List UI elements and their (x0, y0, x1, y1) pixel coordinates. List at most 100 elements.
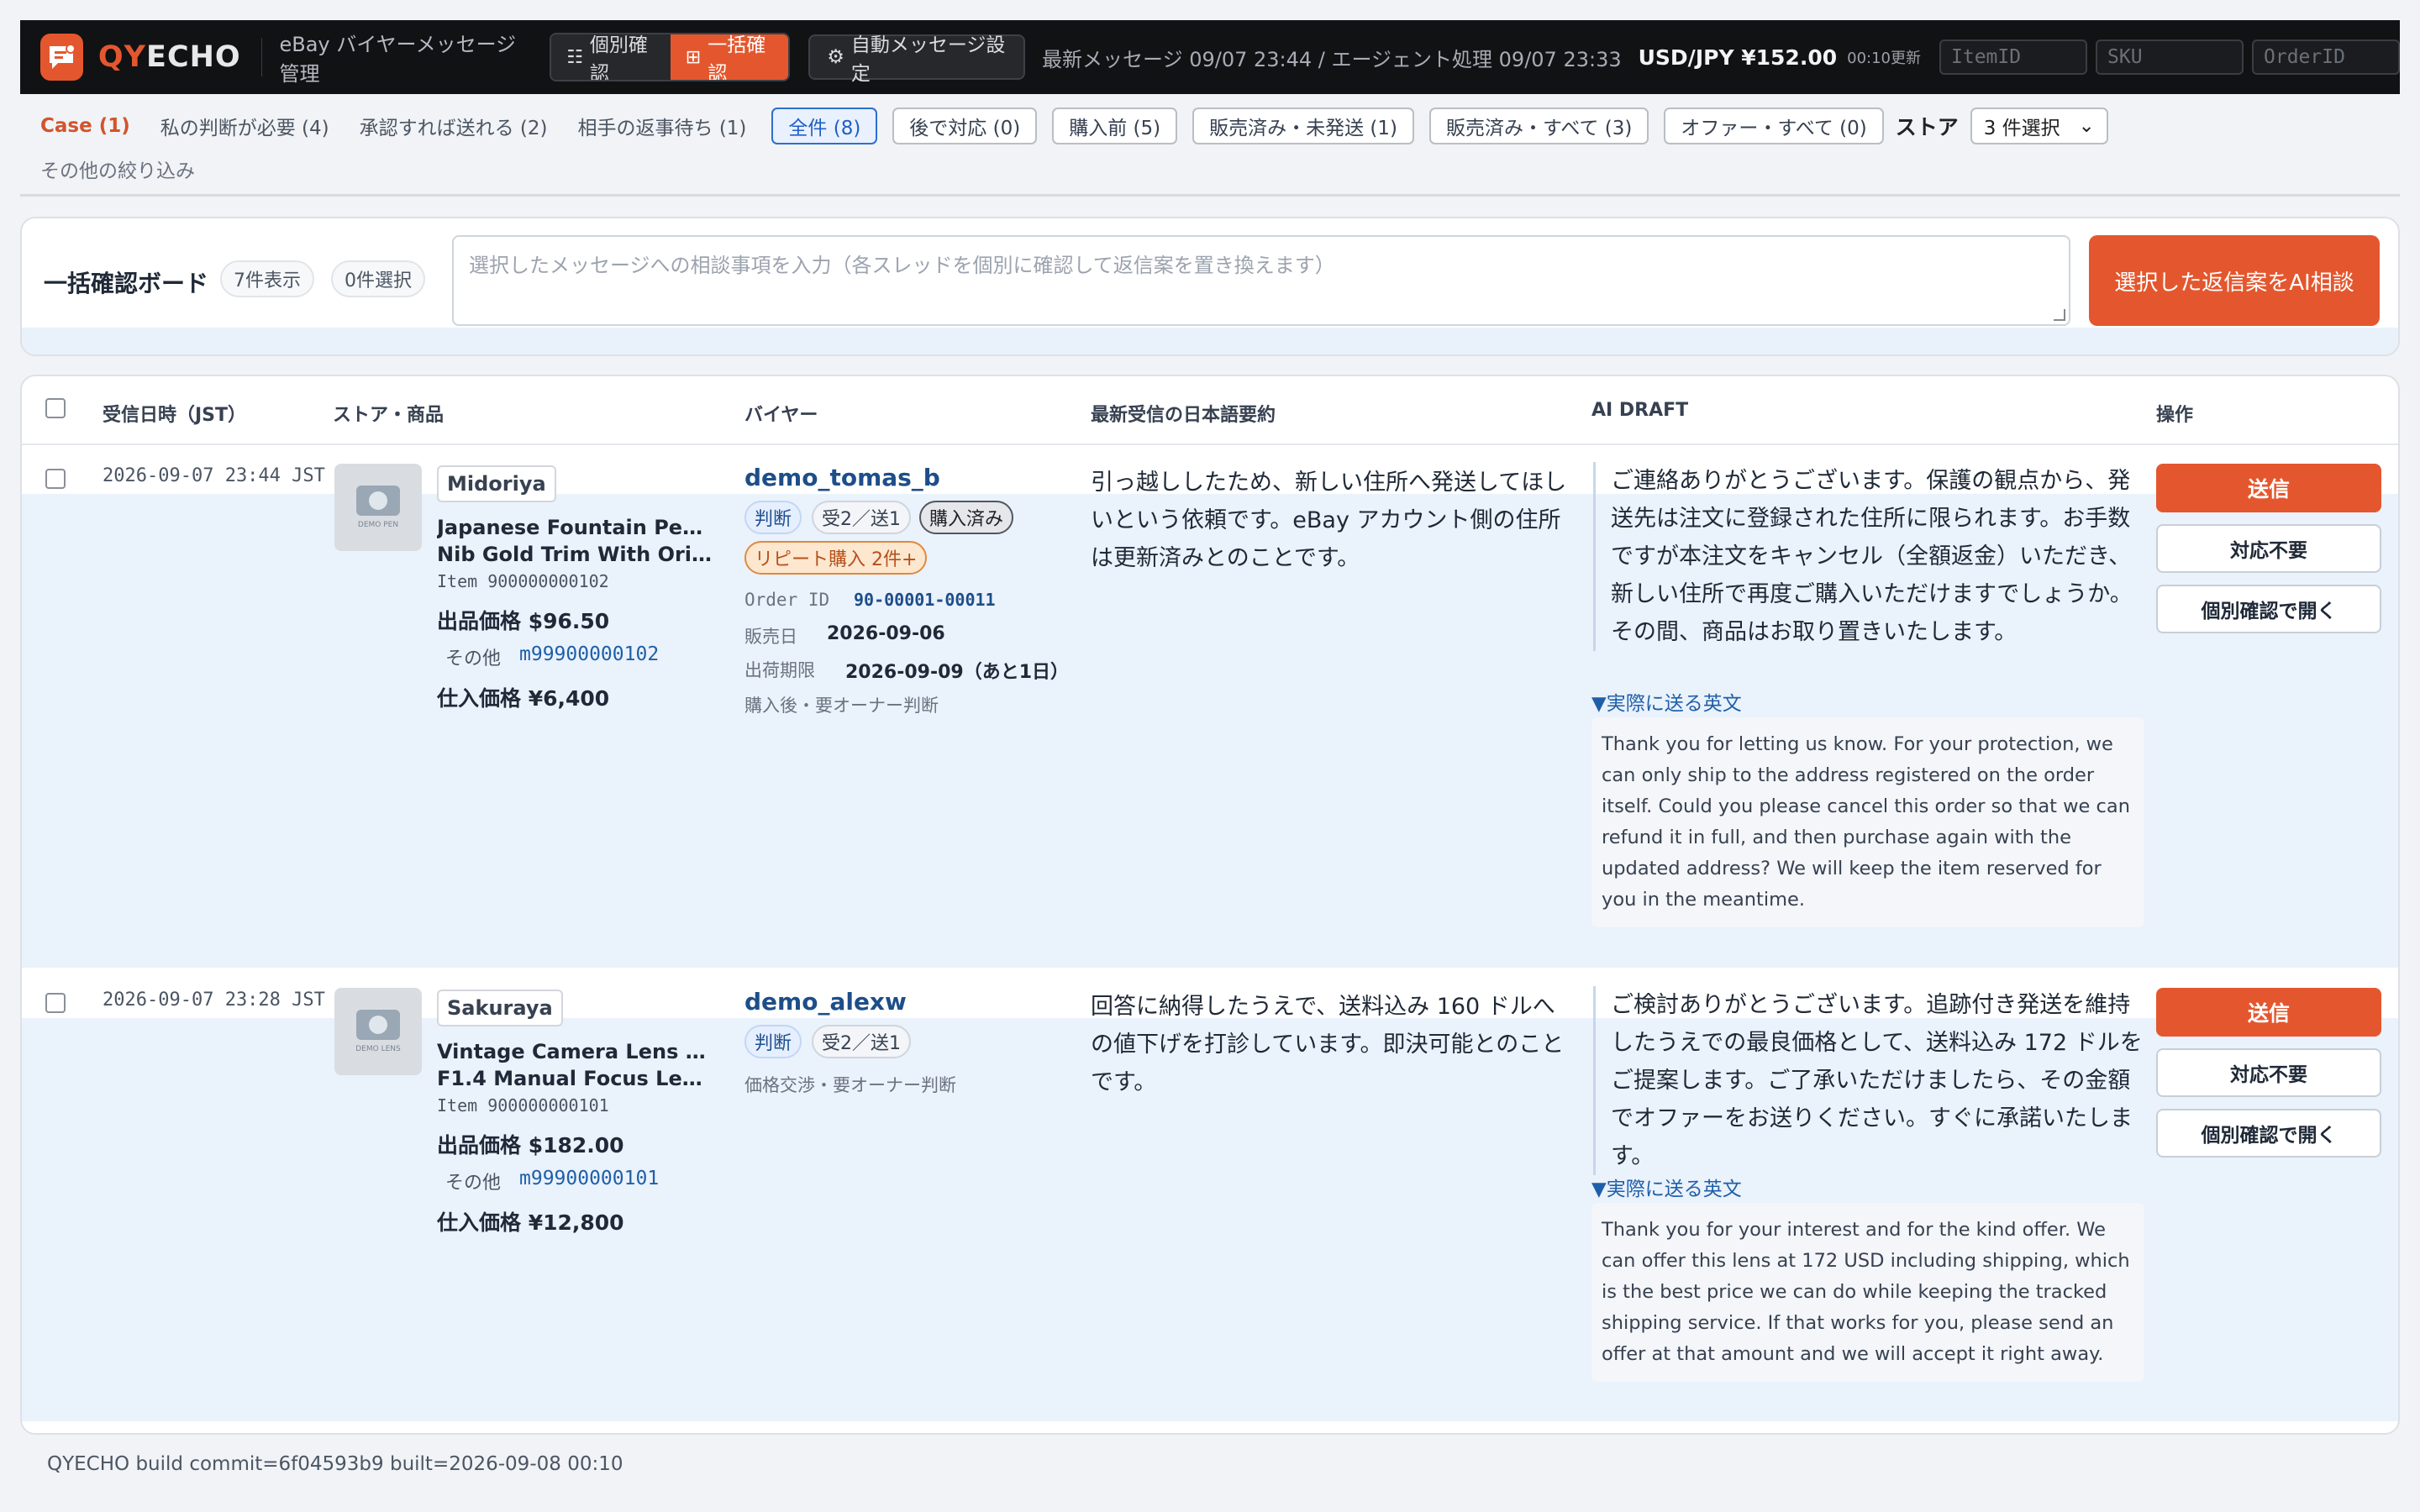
no-action-button[interactable]: 対応不要 (2156, 1048, 2381, 1097)
filter-offers-all[interactable]: オファー・すべて (0) (1664, 108, 1884, 144)
filter-approve-to-send[interactable]: 承認すれば送れる (2) (360, 112, 548, 140)
header-ai-draft: AI DRAFT (1591, 400, 1689, 421)
status-note: 価格交渉・要オーナー判断 (744, 1075, 956, 1095)
product-title: Vintage Camera Lens 50mm F1.4 Manual Foc… (437, 1040, 714, 1090)
send-button[interactable]: 送信 (2156, 988, 2381, 1037)
item-id: Item 900000000101 (437, 1095, 609, 1116)
grid-icon: ⊞ (685, 46, 702, 68)
sold-date-label: 販売日 (744, 627, 797, 647)
image-placeholder-icon (356, 486, 400, 516)
top-bar: QYECHO eBay バイヤーメッセージ管理 ☷ 個別確認 ⊞ 一括確認 ⚙ 自動メ… (20, 20, 2400, 94)
itemid-search-input[interactable] (1939, 39, 2087, 75)
filter-pre-purchase[interactable]: 購入前 (5) (1052, 108, 1178, 144)
ship-deadline: 2026-09-09（あと1日） (845, 662, 1070, 683)
consult-textarea[interactable]: 選択したメッセージへの相談事項を入力（各スレッドを個別に確認して返信案を置き換え… (452, 235, 2070, 326)
rate-updated-time: 00:10更新 (1847, 50, 1921, 67)
send-button[interactable]: 送信 (2156, 464, 2381, 512)
more-filters-link[interactable]: その他の絞り込み (40, 155, 195, 183)
ai-draft-ja: ご検討ありがとうございます。追跡付き発送を維持したうえでの最良価格として、送料込… (1593, 986, 2148, 1175)
board-strip (22, 328, 2398, 354)
ai-draft-en: Thank you for letting us know. For your … (1591, 717, 2144, 927)
row-checkbox[interactable] (45, 469, 66, 489)
store-label: ストア (1895, 115, 1959, 139)
exchange-rate: USD/JPY ¥152.00 (1638, 45, 1838, 70)
board-title: 一括確認ボード (44, 270, 209, 297)
message-table: 受信日時（JST） ストア・商品 バイヤー 最新受信の日本語要約 AI DRAF… (20, 375, 2400, 1435)
table-header: 受信日時（JST） ストア・商品 バイヤー 最新受信の日本語要約 AI DRAF… (22, 376, 2398, 445)
ai-consult-button[interactable]: 選択した返信案をAI相談 (2089, 235, 2380, 326)
other-sku-link[interactable]: m99900000101 (519, 1168, 659, 1189)
app-title: eBay バイヤーメッセージ管理 (279, 33, 517, 86)
item-id: Item 900000000102 (437, 571, 609, 591)
store-tag: Midoriya (437, 465, 556, 502)
header-summary: 最新受信の日本語要約 (1091, 405, 1276, 426)
filter-case[interactable]: Case (1) (40, 115, 130, 137)
message-count-badge: 受2／送1 (812, 1025, 911, 1058)
order-id-link[interactable]: 90-00001-00011 (854, 590, 996, 610)
repeat-purchase-badge: リピート購入 2件+ (744, 541, 928, 575)
header-store-item: ストア・商品 (333, 405, 445, 426)
ai-draft-en: Thank you for your interest and for the … (1591, 1203, 2144, 1382)
store-select[interactable]: 3 件選択 ⌄ (1970, 108, 2108, 144)
filter-all[interactable]: 全件 (8) (771, 108, 878, 144)
cost-price: 仕入価格 ¥12,800 (437, 1210, 624, 1235)
filter-sold-unshipped[interactable]: 販売済み・未発送 (1) (1192, 108, 1414, 144)
build-info: QYECHO build commit=6f04593b9 built=2026… (47, 1453, 623, 1475)
list-price: 出品価格 $96.50 (437, 609, 610, 633)
product-thumbnail[interactable]: DEMO LENS (334, 988, 422, 1075)
received-timestamp: 2026-09-07 23:28 JST (103, 990, 325, 1011)
other-label: その他 (445, 1173, 502, 1194)
message-summary: 引っ越ししたため、新しい住所へ発送してほしいという依頼です。eBay アカウント… (1091, 470, 1567, 571)
filter-bar: Case (1) 私の判断が必要 (4) 承認すれば送れる (2) 相手の返事待… (20, 94, 2400, 197)
filter-needs-judgment[interactable]: 私の判断が必要 (4) (160, 112, 329, 140)
purchased-badge: 購入済み (919, 501, 1014, 534)
row-checkbox[interactable] (45, 993, 66, 1013)
filter-sold-all[interactable]: 販売済み・すべて (3) (1428, 108, 1649, 144)
divider (260, 38, 263, 76)
other-label: その他 (445, 648, 502, 669)
header-received: 受信日時（JST） (103, 405, 247, 426)
no-action-button[interactable]: 対応不要 (2156, 524, 2381, 573)
view-toggle: ☷ 個別確認 ⊞ 一括確認 (550, 33, 791, 81)
filter-later[interactable]: 後で対応 (0) (892, 108, 1038, 144)
image-placeholder-icon (356, 1010, 400, 1040)
other-sku-link[interactable]: m99900000102 (519, 643, 659, 665)
bulk-confirm-board: 一括確認ボード 7件表示 0件選択 選択したメッセージへの相談事項を入力（各スレ… (20, 217, 2400, 356)
status-note: 購入後・要オーナー判断 (744, 696, 939, 716)
view-individual-button[interactable]: ☷ 個別確認 (551, 34, 671, 80)
table-row: 2026-09-07 23:28 JST DEMO LENS Sakuraya … (22, 969, 2398, 1421)
sync-status: 最新メッセージ 09/07 23:44 / エージェント処理 09/07 23:… (1042, 47, 1622, 71)
cost-price: 仕入価格 ¥6,400 (437, 686, 610, 711)
orderid-search-input[interactable] (2252, 39, 2400, 75)
open-individual-button[interactable]: 個別確認で開く (2156, 585, 2381, 633)
buyer-name-link[interactable]: demo_alexw (744, 988, 907, 1016)
open-individual-button[interactable]: 個別確認で開く (2156, 1109, 2381, 1158)
gear-icon: ⚙ (827, 46, 844, 68)
chat-logo-icon (40, 34, 83, 81)
list-price: 出品価格 $182.00 (437, 1133, 624, 1158)
ai-draft-ja: ご連絡ありがとうございます。保護の観点から、発送先は注文に登録された住所に限られ… (1593, 462, 2148, 651)
buyer-name-link[interactable]: demo_tomas_b (744, 464, 940, 491)
product-title: Japanese Fountain Pen Fine Nib Gold Trim… (437, 516, 714, 566)
view-bulk-button[interactable]: ⊞ 一括確認 (670, 34, 789, 80)
english-draft-toggle[interactable]: ▼実際に送る英文 (1591, 687, 1742, 716)
sold-date: 2026-09-06 (827, 623, 945, 644)
english-draft-toggle[interactable]: ▼実際に送る英文 (1591, 1173, 1742, 1201)
message-summary: 回答に納得したうえで、送料込み 160 ドルへの値下げを打診しています。即決可能… (1091, 994, 1565, 1095)
judgment-badge: 判断 (744, 501, 802, 534)
resize-handle-icon[interactable] (2054, 309, 2065, 321)
auto-message-settings-button[interactable]: ⚙ 自動メッセージ設定 (808, 34, 1026, 85)
sku-search-input[interactable] (2096, 39, 2244, 75)
selected-count-chip: 0件選択 (331, 260, 425, 297)
filter-awaiting-reply[interactable]: 相手の返事待ち (1) (578, 112, 747, 140)
message-count-badge: 受2／送1 (812, 501, 911, 534)
product-thumbnail[interactable]: DEMO PEN (334, 464, 422, 551)
header-actions: 操作 (2156, 405, 2194, 426)
shown-count-chip: 7件表示 (220, 260, 314, 297)
list-icon: ☷ (566, 46, 583, 68)
order-id-label: Order ID (744, 590, 830, 610)
table-row: 2026-09-07 23:44 JST DEMO PEN Midoriya J… (22, 445, 2398, 968)
received-timestamp: 2026-09-07 23:44 JST (103, 465, 325, 486)
select-all-checkbox[interactable] (45, 398, 66, 418)
brand-name: QYECHO (97, 40, 241, 74)
